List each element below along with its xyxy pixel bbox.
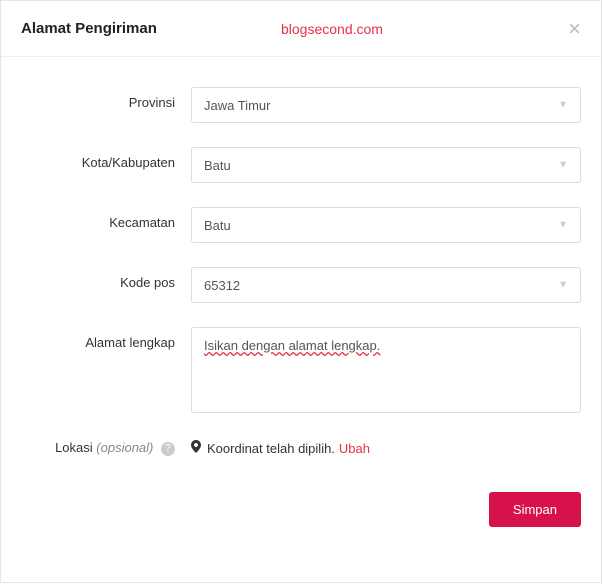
help-icon[interactable]: ? (161, 442, 175, 456)
close-icon[interactable]: × (568, 18, 581, 40)
address-row: Alamat lengkap (21, 327, 581, 416)
map-pin-icon (191, 440, 201, 456)
city-select[interactable]: Batu ▼ (191, 147, 581, 183)
address-textarea[interactable] (191, 327, 581, 413)
province-select[interactable]: Jawa Timur ▼ (191, 87, 581, 123)
province-row: Provinsi Jawa Timur ▼ (21, 87, 581, 123)
district-select[interactable]: Batu ▼ (191, 207, 581, 243)
modal-title: Alamat Pengiriman (21, 20, 157, 37)
modal-body: Provinsi Jawa Timur ▼ Kota/Kabupaten Bat… (1, 57, 601, 476)
address-label: Alamat lengkap (21, 327, 191, 350)
location-content: Koordinat telah dipilih. Ubah (191, 440, 581, 456)
chevron-down-icon: ▼ (558, 160, 568, 171)
city-label: Kota/Kabupaten (21, 147, 191, 170)
location-label: Lokasi (opsional) ? (21, 440, 191, 456)
district-value: Batu (204, 218, 231, 233)
district-row: Kecamatan Batu ▼ (21, 207, 581, 243)
blog-watermark: blogsecond.com (281, 21, 383, 37)
location-row: Lokasi (opsional) ? Koordinat telah dipi… (21, 440, 581, 456)
province-label: Provinsi (21, 87, 191, 110)
chevron-down-icon: ▼ (558, 220, 568, 231)
city-value: Batu (204, 158, 231, 173)
change-location-link[interactable]: Ubah (339, 441, 370, 456)
postal-select[interactable]: 65312 ▼ (191, 267, 581, 303)
modal-header: Alamat Pengiriman blogsecond.com × (1, 1, 601, 57)
modal-footer: Simpan (1, 476, 601, 543)
postal-row: Kode pos 65312 ▼ (21, 267, 581, 303)
save-button[interactable]: Simpan (489, 492, 581, 527)
city-row: Kota/Kabupaten Batu ▼ (21, 147, 581, 183)
chevron-down-icon: ▼ (558, 100, 568, 111)
location-status: Koordinat telah dipilih. (207, 441, 335, 456)
chevron-down-icon: ▼ (558, 280, 568, 291)
district-label: Kecamatan (21, 207, 191, 230)
location-label-optional: (opsional) (96, 440, 153, 455)
location-label-main: Lokasi (55, 440, 96, 455)
postal-label: Kode pos (21, 267, 191, 290)
province-value: Jawa Timur (204, 98, 270, 113)
postal-value: 65312 (204, 278, 240, 293)
shipping-address-modal: Alamat Pengiriman blogsecond.com × Provi… (0, 0, 602, 583)
